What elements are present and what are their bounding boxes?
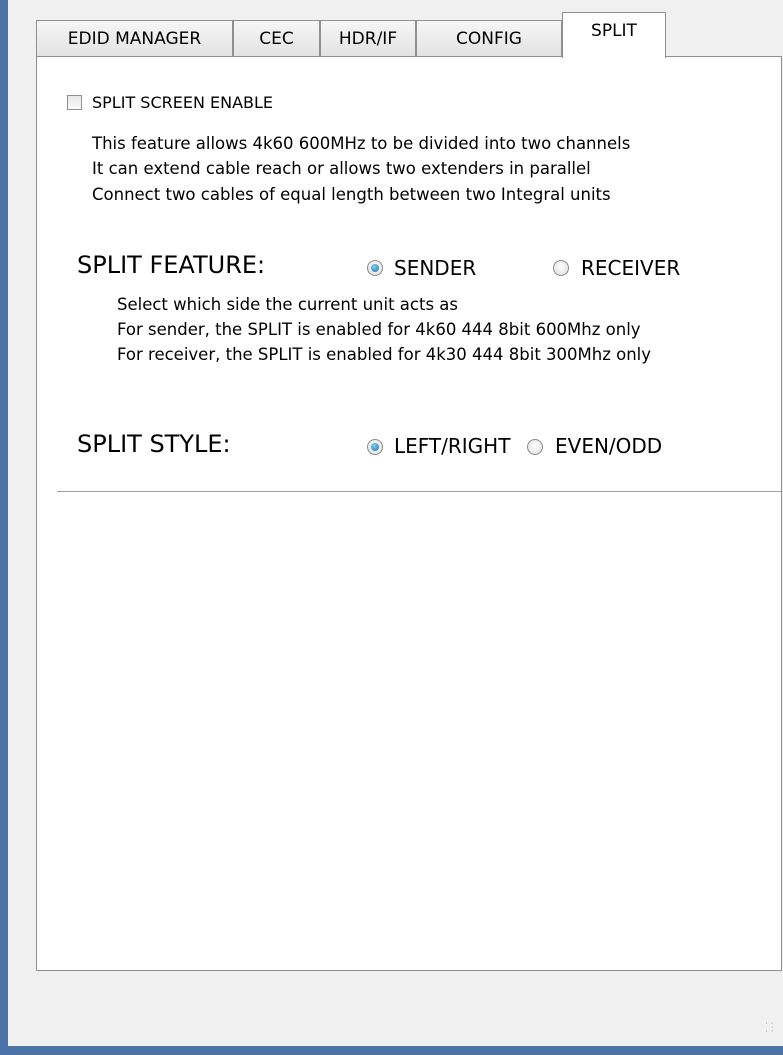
split-description-line-1: This feature allows 4k60 600MHz to be di… (92, 134, 631, 153)
split-feature-description-line-2: For sender, the SPLIT is enabled for 4k6… (117, 320, 641, 339)
split-feature-description-line-1: Select which side the current unit acts … (117, 295, 459, 314)
tab-config[interactable]: CONFIG (416, 20, 562, 56)
split-feature-heading: SPLIT FEATURE: (77, 251, 266, 279)
tab-hdr-if[interactable]: HDR/IF (320, 20, 416, 56)
sender-radio[interactable] (367, 260, 383, 276)
sender-radio-label[interactable]: SENDER (394, 256, 476, 280)
left-right-radio[interactable] (367, 439, 383, 455)
split-tab-panel: SPLIT SCREEN ENABLE This feature allows … (36, 56, 782, 971)
tab-cec[interactable]: CEC (233, 20, 320, 56)
left-right-radio-label[interactable]: LEFT/RIGHT (394, 434, 510, 458)
window-bottom-border (0, 1046, 783, 1055)
split-description-line-3: Connect two cables of equal length betwe… (92, 185, 611, 204)
receiver-radio[interactable] (553, 260, 569, 276)
split-description-line-2: It can extend cable reach or allows two … (92, 159, 591, 178)
even-odd-radio[interactable] (527, 439, 543, 455)
section-divider (57, 491, 781, 492)
split-screen-enable-label[interactable]: SPLIT SCREEN ENABLE (92, 91, 273, 115)
tab-split[interactable]: SPLIT (562, 12, 666, 58)
window-left-border (0, 0, 8, 1055)
even-odd-radio-label[interactable]: EVEN/ODD (555, 434, 662, 458)
split-style-heading: SPLIT STYLE: (77, 430, 231, 458)
split-feature-description-line-3: For receiver, the SPLIT is enabled for 4… (117, 345, 652, 364)
tab-edid-manager[interactable]: EDID MANAGER (36, 20, 233, 56)
split-screen-enable-checkbox[interactable] (67, 95, 82, 110)
resize-grip-icon[interactable]: · · · · · (765, 1020, 777, 1037)
window-client-area: EDID MANAGER CEC HDR/IF CONFIG SPLIT SPL… (8, 0, 783, 1046)
receiver-radio-label[interactable]: RECEIVER (581, 256, 680, 280)
